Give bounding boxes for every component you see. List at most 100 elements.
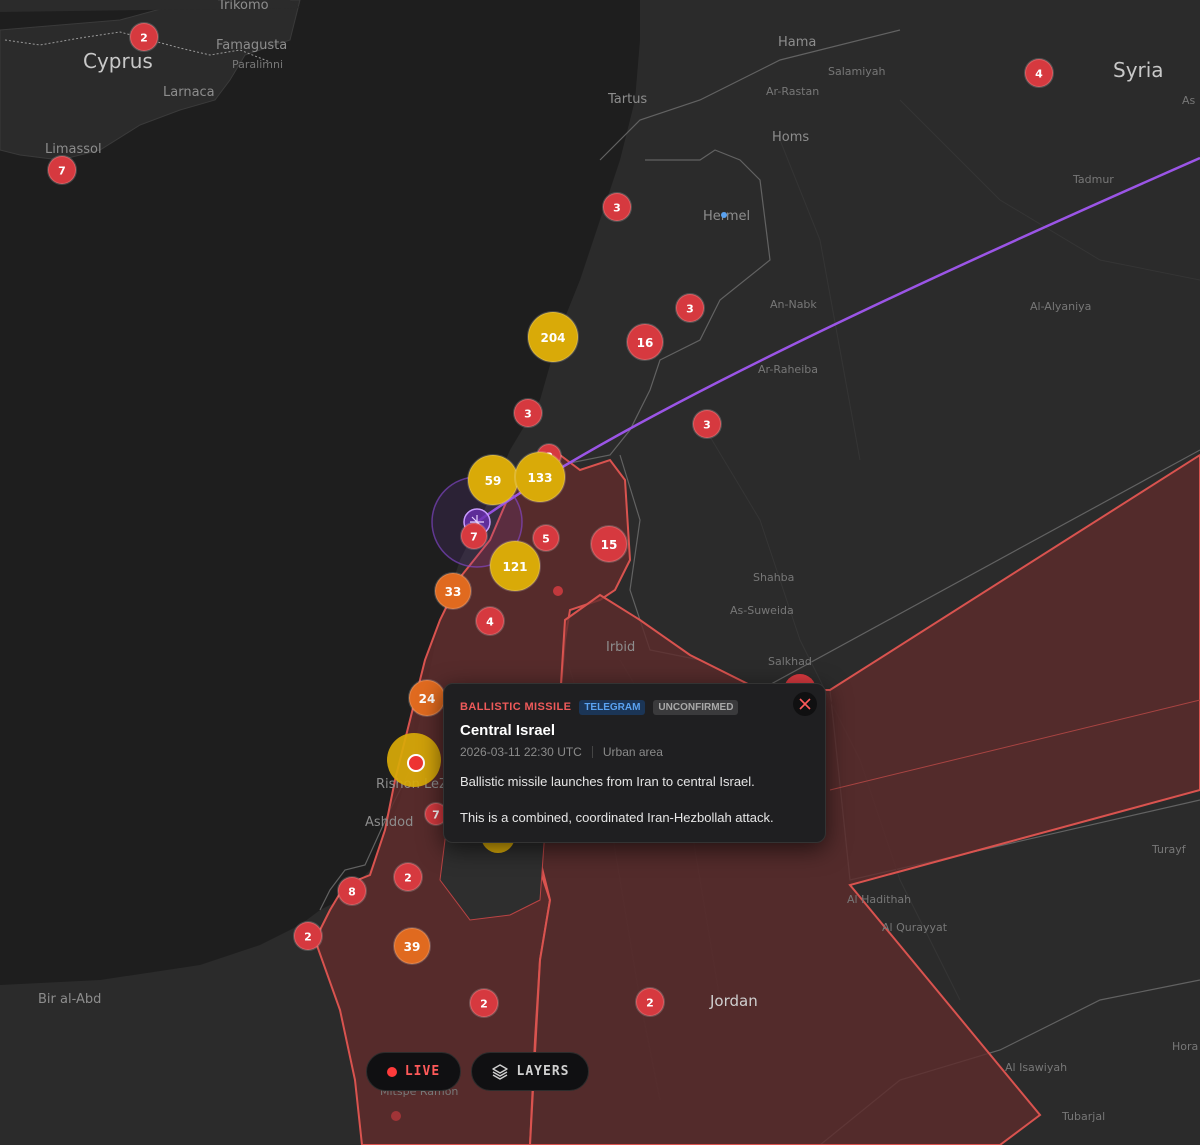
label-turayf: Turayf (1151, 843, 1187, 856)
cluster-count: 2 (304, 931, 312, 944)
label-bir-al-abd: Bir al-Abd (38, 992, 101, 1007)
label-tartus: Tartus (607, 92, 647, 107)
cluster-marker[interactable]: 8 (337, 876, 367, 906)
label-ashdod: Ashdod (365, 815, 413, 830)
cluster-marker[interactable]: 15 (590, 525, 628, 563)
label-al-qurayyat: Al Qurayyat (882, 921, 948, 934)
cluster-count: 7 (470, 531, 478, 544)
label-ar-raheiba: Ar-Raheiba (758, 363, 818, 376)
cluster-count: 2 (646, 997, 654, 1010)
label-hora: Hora (1172, 1040, 1198, 1053)
status-badge: UNCONFIRMED (653, 699, 739, 715)
live-button[interactable]: LIVE (366, 1052, 461, 1091)
cluster-count: 4 (1035, 68, 1043, 81)
cluster-marker[interactable]: 204 (527, 311, 579, 363)
popup-tags: BALLISTIC MISSILE TELEGRAM UNCONFIRMED (460, 698, 809, 716)
cluster-marker[interactable]: 33 (434, 572, 472, 610)
label-shahba: Shahba (753, 571, 794, 584)
selected-event[interactable] (387, 733, 441, 787)
cluster-marker[interactable]: 3 (513, 398, 543, 428)
layers-label: LAYERS (516, 1064, 570, 1079)
cluster-count: 4 (486, 616, 494, 629)
label-ar-rastan: Ar-Rastan (766, 85, 819, 98)
cluster-count: 16 (637, 336, 654, 350)
source-badge: TELEGRAM (579, 699, 646, 715)
cluster-marker[interactable]: 24 (408, 679, 446, 717)
description-paragraph: Ballistic missile launches from Iran to … (460, 774, 755, 789)
event-type-tag: BALLISTIC MISSILE (460, 701, 572, 713)
label-country-cyprus: Cyprus (83, 49, 153, 73)
event-timestamp: 2026-03-11 22:30 UTC (460, 745, 582, 759)
popup-title: Central Israel (460, 722, 556, 739)
cluster-count: 2 (480, 998, 488, 1011)
label-limassol: Limassol (45, 142, 102, 157)
cluster-marker[interactable]: 2 (129, 22, 159, 52)
label-paralimni: Paralimni (232, 58, 283, 71)
cluster-count: 3 (703, 419, 711, 432)
label-homs: Homs (772, 130, 809, 145)
cluster-marker[interactable]: 16 (626, 323, 664, 361)
label-as-suweida: As-Suweida (730, 604, 794, 617)
cluster-count: 15 (601, 538, 618, 552)
cluster-marker[interactable]: 2 (393, 862, 423, 892)
cluster-count: 59 (485, 474, 502, 488)
meta-divider (591, 746, 593, 758)
cluster-count: 3 (613, 202, 621, 215)
label-al-alyaniya: Al-Alyaniya (1030, 300, 1091, 313)
cluster-marker[interactable]: 7 (460, 522, 488, 550)
cluster-marker[interactable]: 3 (692, 409, 722, 439)
label-tadmur: Tadmur (1072, 173, 1114, 186)
cluster-count: 204 (540, 331, 565, 345)
cluster-marker[interactable]: 39 (393, 927, 431, 965)
label-trikomo: Trikomo (217, 0, 269, 13)
popup-close-button[interactable] (793, 692, 817, 716)
cluster-marker[interactable]: 3 (675, 293, 705, 323)
live-label: LIVE (404, 1064, 441, 1079)
selected-event-marker[interactable] (407, 754, 425, 772)
incident-dot[interactable] (553, 586, 563, 596)
cluster-marker[interactable]: 7 (47, 155, 77, 185)
map-canvas[interactable]: Cyprus Syria Jordan Trikomo Famagusta Pa… (0, 0, 1200, 1145)
label-al-hadithah: Al Hadithah (847, 893, 911, 906)
cluster-marker[interactable]: 5 (532, 524, 560, 552)
incident-dot[interactable] (721, 212, 727, 218)
cluster-marker[interactable]: 2 (293, 921, 323, 951)
description-paragraph: This is a combined, coordinated Iran-Hez… (460, 810, 774, 825)
cluster-count: 5 (542, 533, 550, 546)
cluster-count: 33 (445, 585, 462, 599)
cluster-marker[interactable]: 2 (635, 987, 665, 1017)
popup-description: Ballistic missile launches from Iran to … (460, 773, 809, 826)
layers-icon (491, 1063, 508, 1080)
cluster-count: 121 (502, 560, 527, 574)
cluster-marker[interactable]: 3 (602, 192, 632, 222)
cluster-marker[interactable]: 2 (469, 988, 499, 1018)
cluster-marker[interactable]: 4 (475, 606, 505, 636)
cluster-marker[interactable]: 59 (467, 454, 519, 506)
cluster-count: 2 (140, 32, 148, 45)
cluster-count: 7 (58, 165, 66, 178)
label-irbid: Irbid (606, 640, 635, 655)
close-icon (799, 698, 811, 710)
label-country-syria: Syria (1113, 58, 1164, 82)
event-area: Urban area (602, 745, 663, 759)
cluster-count: 8 (348, 886, 356, 899)
label-larnaca: Larnaca (163, 85, 215, 100)
popup-meta: 2026-03-11 22:30 UTC Urban area (460, 745, 809, 759)
label-as: As (1182, 94, 1196, 107)
cluster-count: 3 (686, 303, 694, 316)
cluster-marker[interactable]: 4 (1024, 58, 1054, 88)
label-an-nabk: An-Nabk (770, 298, 817, 311)
label-famagusta: Famagusta (216, 38, 287, 53)
incident-dot[interactable] (391, 1111, 401, 1121)
cluster-count: 133 (527, 471, 552, 485)
cluster-marker[interactable]: 121 (489, 540, 541, 592)
label-al-isawiyah: Al Isawiyah (1005, 1061, 1067, 1074)
live-indicator-icon (386, 1066, 397, 1077)
cluster-count: 7 (432, 809, 440, 822)
cluster-marker[interactable]: 133 (514, 451, 566, 503)
event-popup: BALLISTIC MISSILE TELEGRAM UNCONFIRMED C… (443, 683, 826, 843)
layers-button[interactable]: LAYERS (471, 1052, 589, 1091)
cluster-count: 3 (524, 408, 532, 421)
label-country-jordan: Jordan (709, 992, 758, 1010)
cluster-count: 39 (404, 940, 421, 954)
